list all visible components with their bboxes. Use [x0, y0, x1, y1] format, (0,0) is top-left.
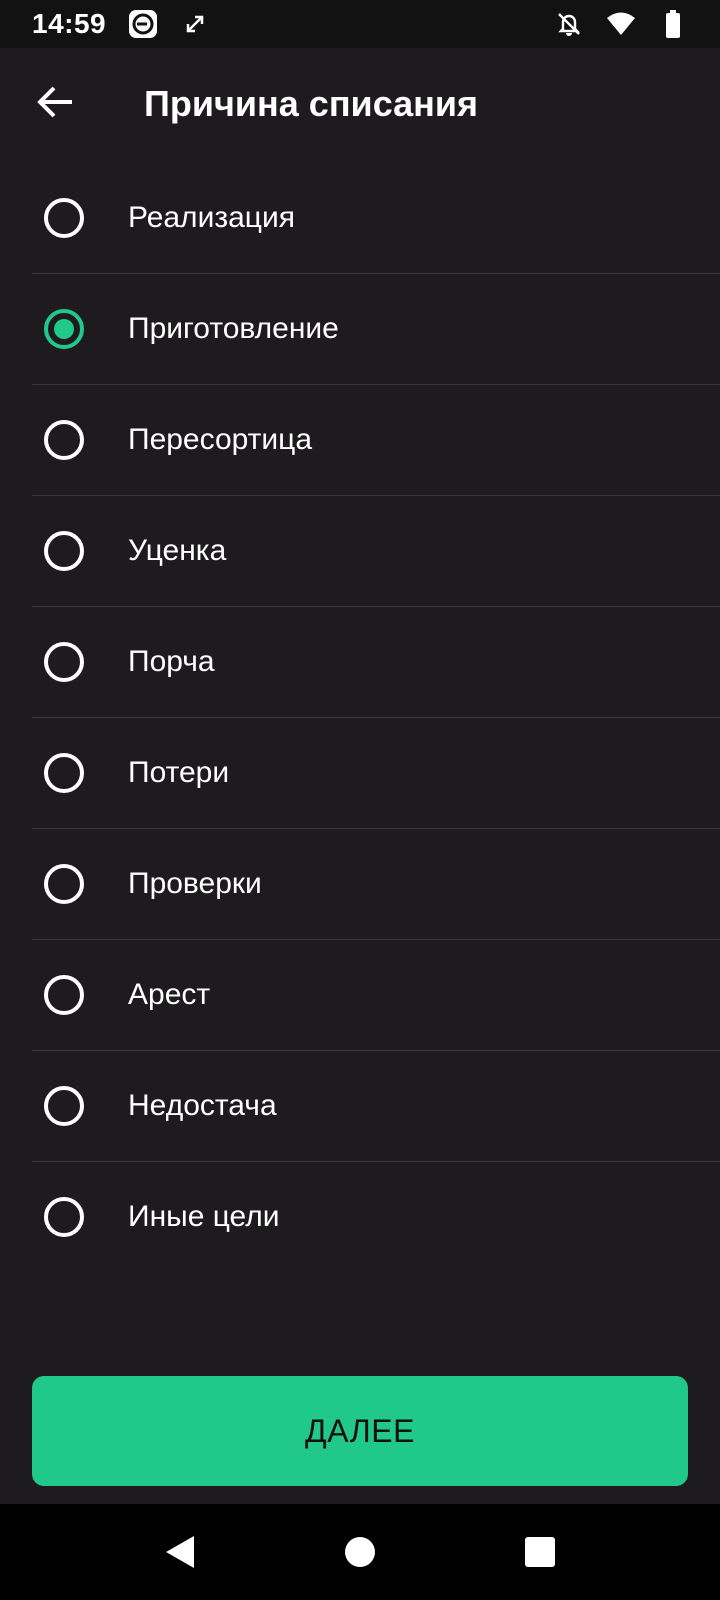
radio-button[interactable]	[44, 863, 84, 904]
status-bar: 14:59	[0, 0, 720, 48]
radio-button[interactable]	[44, 530, 84, 571]
status-time: 14:59	[32, 8, 107, 39]
reason-label: Проверки	[128, 866, 262, 900]
sync-arrows-icon	[180, 9, 210, 39]
page-title: Причина списания	[144, 83, 479, 124]
reason-label: Потери	[128, 755, 230, 789]
reason-item[interactable]: Иные цели	[0, 1161, 720, 1272]
system-nav-bar	[0, 1504, 720, 1600]
app-bar: Причина списания	[0, 48, 720, 160]
radio-button[interactable]	[44, 1196, 84, 1237]
screen: 14:59 Причина списания Реализация Пригот…	[0, 0, 720, 1600]
status-right	[554, 9, 688, 39]
reason-label: Порча	[128, 644, 215, 678]
reason-item[interactable]: Недостача	[0, 1050, 720, 1161]
reason-item[interactable]: Уценка	[0, 495, 720, 606]
reason-label: Реализация	[128, 200, 295, 234]
reason-item[interactable]: Порча	[0, 606, 720, 717]
radio-dot	[54, 318, 74, 339]
radio-button[interactable]	[44, 974, 84, 1015]
reason-label: Арест	[128, 977, 211, 1011]
nav-back-icon[interactable]	[166, 1536, 194, 1568]
radio-button[interactable]	[44, 197, 84, 238]
reason-label: Недостача	[128, 1088, 277, 1122]
radio-button[interactable]	[44, 1085, 84, 1126]
reason-label: Иные цели	[128, 1199, 280, 1233]
status-left: 14:59	[32, 8, 210, 40]
reason-list: Реализация Приготовление Пересортица Уце…	[0, 162, 720, 1272]
nav-home-icon[interactable]	[345, 1537, 375, 1567]
reason-label: Приготовление	[128, 311, 339, 345]
nav-recents-icon[interactable]	[525, 1537, 555, 1567]
arrow-left-icon	[36, 84, 76, 125]
radio-button[interactable]	[44, 308, 84, 349]
reason-label: Уценка	[128, 533, 227, 567]
radio-button[interactable]	[44, 419, 84, 460]
back-button[interactable]	[32, 80, 80, 128]
radio-button[interactable]	[44, 752, 84, 793]
next-button-label: ДАЛЕЕ	[305, 1412, 415, 1449]
bell-off-icon	[554, 9, 584, 39]
wifi-icon	[606, 9, 636, 39]
app-e-icon	[128, 9, 158, 39]
reason-label: Пересортица	[128, 422, 313, 456]
reason-item[interactable]: Арест	[0, 939, 720, 1050]
reason-item[interactable]: Потери	[0, 717, 720, 828]
reason-item[interactable]: Пересортица	[0, 384, 720, 495]
next-button[interactable]: ДАЛЕЕ	[32, 1376, 688, 1486]
reason-item[interactable]: Проверки	[0, 828, 720, 939]
reason-item[interactable]: Реализация	[0, 162, 720, 273]
reason-item[interactable]: Приготовление	[0, 273, 720, 384]
battery-icon	[658, 9, 688, 39]
radio-button[interactable]	[44, 641, 84, 682]
